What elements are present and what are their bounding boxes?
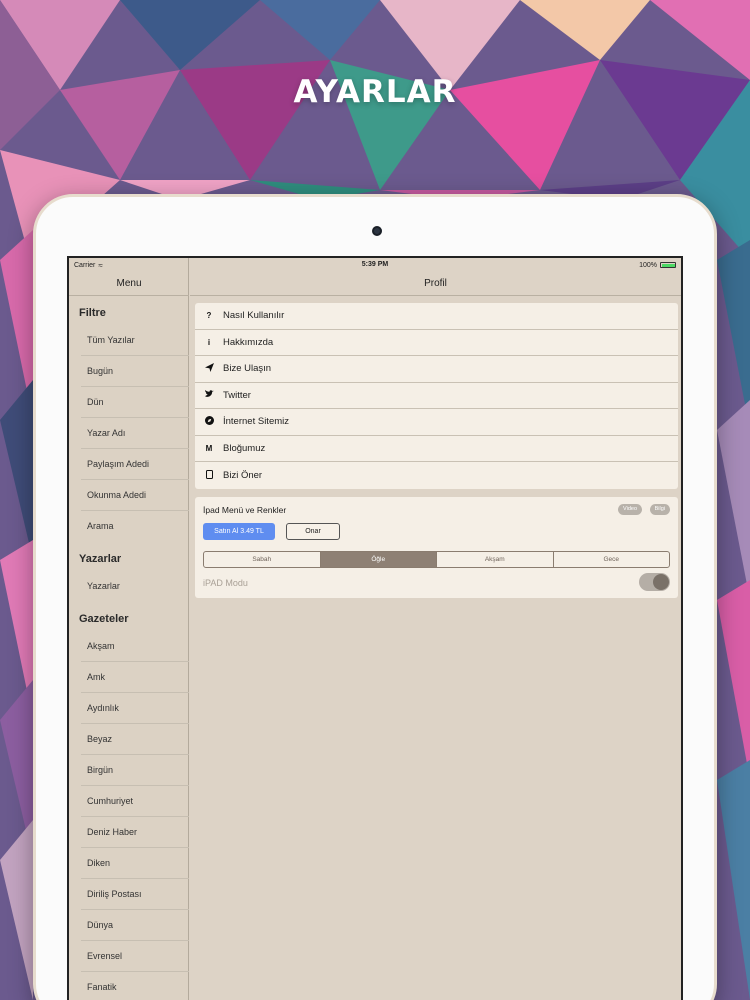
sidebar-item[interactable]: Akşam [69,631,189,662]
menu-item-hakkimizda[interactable]: i Hakkımızda [195,330,678,356]
sidebar-item[interactable]: Arama [69,511,189,542]
compass-icon [195,416,223,427]
sidebar-item[interactable]: Paylaşım Adedi [69,449,189,480]
restore-button[interactable]: Onar [286,523,340,540]
sidebar-item[interactable]: Yazar Adı [69,418,189,449]
sidebar-item[interactable]: Dünya [69,910,189,941]
sidebar-item[interactable]: Birgün [69,755,189,786]
main-panel: Profil ? Nasıl Kullanılır i Hakkımızda B… [190,258,681,1000]
sidebar-item[interactable]: Aydınlık [69,693,189,724]
section-title-gazeteler: Gazeteler [79,613,129,625]
sidebar-item[interactable]: Fanatik [69,972,189,1000]
sidebar-item[interactable]: Okunma Adedi [69,480,189,511]
menu-item-label: Twitter [223,389,251,401]
page-title: Profil [190,272,681,296]
buy-button[interactable]: Satın Al 3.49 TL [203,523,275,540]
battery-icon [660,262,676,268]
ipad-device: Carrier ≈ 5:39 PM 100% Menu Filtre Tüm Y… [33,194,717,1000]
status-bar: Carrier ≈ 5:39 PM 100% [69,258,681,272]
info-icon: i [207,337,211,347]
sidebar-title: Menu [69,272,189,296]
menu-item-label: Hakkımızda [223,336,274,348]
segment-aksam[interactable]: Akşam [437,552,554,567]
camera-icon [372,226,382,236]
segment-ogle[interactable]: Öğle [320,552,437,567]
ipad-mode-label: iPAD Modu [203,578,248,588]
menu-item-blogumuz[interactable]: M Bloğumuz [195,436,678,462]
sidebar-item[interactable]: Tüm Yazılar [69,325,189,356]
app-screen: Carrier ≈ 5:39 PM 100% Menu Filtre Tüm Y… [67,256,683,1000]
menu-item-label: İnternet Sitemiz [223,416,289,428]
menu-item-bize-ulasin[interactable]: Bize Ulaşın [195,356,678,383]
section-title-filtre: Filtre [79,307,106,319]
sidebar-item[interactable]: Dün [69,387,189,418]
sidebar-item[interactable]: Deniz Haber [69,817,189,848]
sidebar-item[interactable]: Amk [69,662,189,693]
sidebar-item[interactable]: Beyaz [69,724,189,755]
menu-item-internet-sitemiz[interactable]: İnternet Sitemiz [195,409,678,436]
paper-plane-icon [195,363,223,374]
menu-item-label: Nasıl Kullanılır [223,310,285,322]
time-of-day-segmented-control: Sabah Öğle Akşam Gece [203,551,670,568]
sidebar-item[interactable]: Cumhuriyet [69,786,189,817]
status-time: 5:39 PM [361,261,389,268]
menu-item-nasil-kullanilir[interactable]: ? Nasıl Kullanılır [195,303,678,330]
ipad-settings-card: İpad Menü ve Renkler Video Bilgi Satın A… [195,497,678,598]
sidebar: Menu Filtre Tüm Yazılar Bugün Dün Yazar … [69,258,189,1000]
section-title-yazarlar: Yazarlar [79,553,122,565]
video-button[interactable]: Video [618,504,642,515]
sidebar-item[interactable]: Bugün [69,356,189,387]
segment-gece[interactable]: Gece [554,552,670,567]
tablet-icon [195,469,223,481]
menu-item-label: Bizi Öner [223,469,263,481]
question-icon: ? [206,311,212,321]
sidebar-item[interactable]: Diriliş Postası [69,879,189,910]
sidebar-item[interactable]: Diken [69,848,189,879]
twitter-icon [195,390,223,400]
medium-icon: M [205,443,213,453]
sidebar-list: Filtre Tüm Yazılar Bugün Dün Yazar Adı P… [69,296,189,1000]
profile-menu: ? Nasıl Kullanılır i Hakkımızda Bize Ula… [195,303,678,489]
menu-item-label: Bize Ulaşın [223,363,272,375]
ipad-card-title: İpad Menü ve Renkler [203,505,287,515]
menu-item-label: Bloğumuz [223,442,266,454]
segment-sabah[interactable]: Sabah [204,552,321,567]
sidebar-item[interactable]: Evrensel [69,941,189,972]
hero-title: AYARLAR [293,74,457,110]
sidebar-item[interactable]: Yazarlar [69,571,189,602]
menu-item-bizi-oner[interactable]: Bizi Öner [195,462,678,489]
info-button[interactable]: Bilgi [649,504,670,515]
menu-item-twitter[interactable]: Twitter [195,383,678,409]
ipad-mode-toggle[interactable] [639,573,670,591]
